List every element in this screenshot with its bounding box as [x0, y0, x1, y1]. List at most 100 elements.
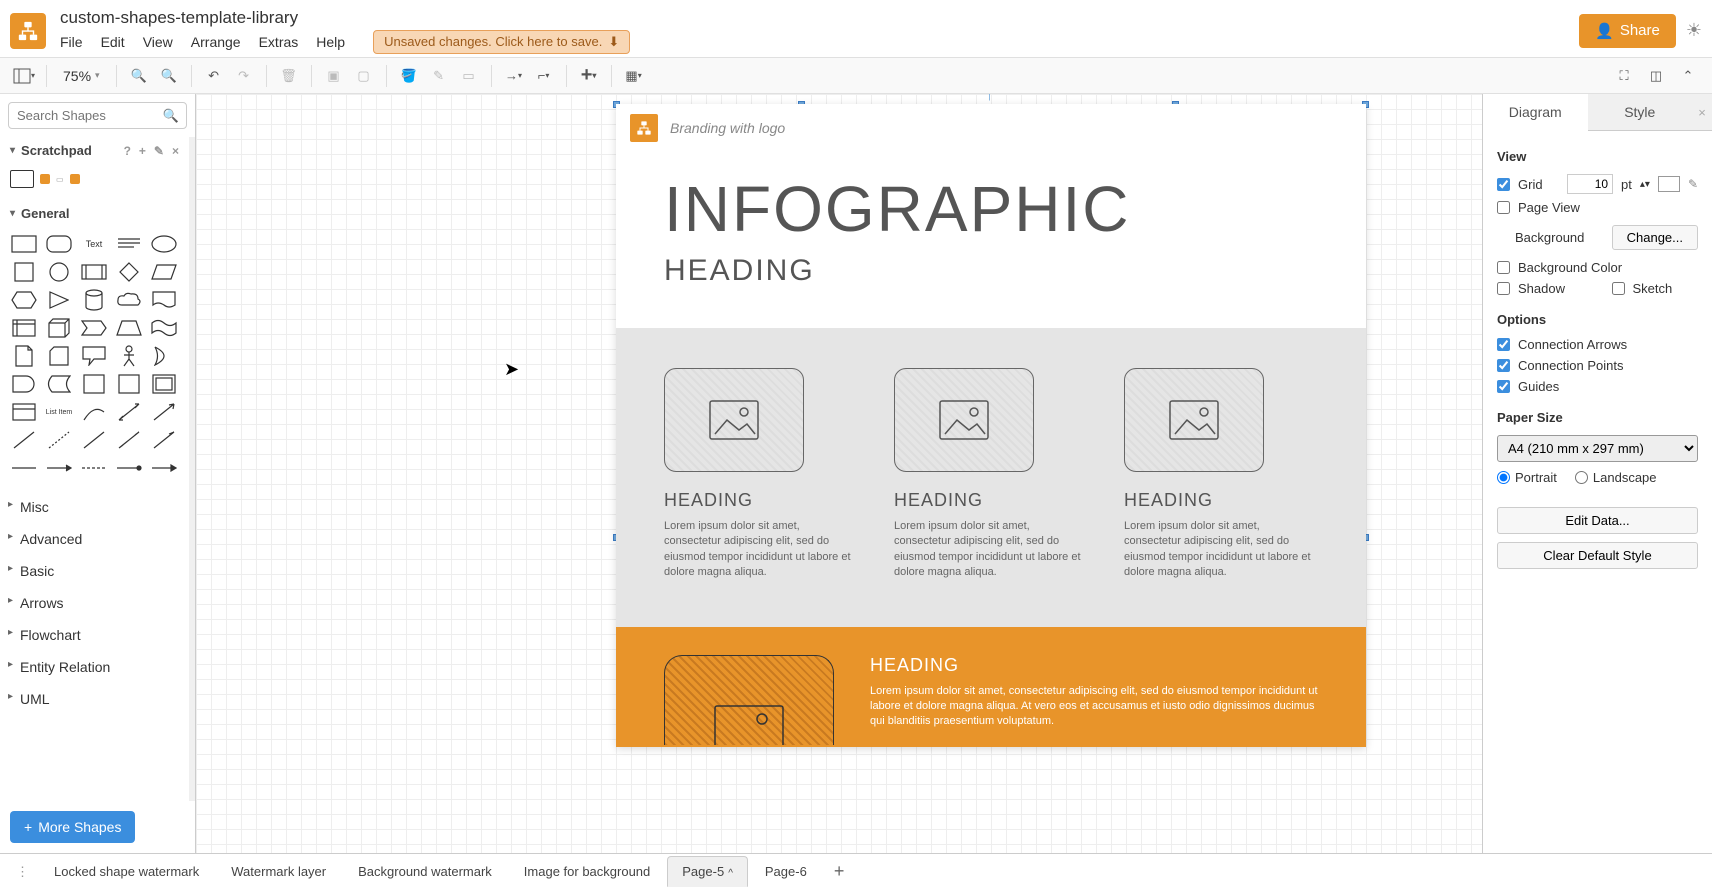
doc-title[interactable]: custom-shapes-template-library [60, 8, 1579, 28]
grid-size-input[interactable] [1567, 174, 1613, 194]
grid-checkbox[interactable] [1497, 178, 1510, 191]
cat-basic[interactable]: Basic [0, 555, 189, 587]
tab-style[interactable]: Style [1588, 94, 1693, 131]
sidebar-toggle-icon[interactable]: ▾ [10, 62, 38, 90]
page-tab[interactable]: Page-6 [750, 856, 822, 887]
shape-curve[interactable] [80, 401, 108, 423]
shape-double[interactable] [150, 373, 178, 395]
zoom-select[interactable]: 75%▾ [55, 68, 108, 84]
scratchpad-shape[interactable] [70, 174, 80, 184]
page-tab[interactable]: Image for background [509, 856, 665, 887]
app-logo[interactable] [10, 13, 46, 49]
shape-diamond[interactable] [115, 261, 143, 283]
shape-list[interactable] [10, 401, 38, 423]
canvas-page[interactable]: Branding with logo INFOGRAPHIC HEADING H… [616, 104, 1366, 747]
shape-arrow[interactable] [150, 401, 178, 423]
shape-document[interactable] [150, 289, 178, 311]
shape-note[interactable] [10, 345, 38, 367]
shape-link4[interactable] [115, 457, 143, 479]
cat-arrows[interactable]: Arrows [0, 587, 189, 619]
shape-link5[interactable] [150, 457, 178, 479]
shadow-checkbox[interactable] [1497, 282, 1510, 295]
shape-hexagon[interactable] [10, 289, 38, 311]
pencil-icon[interactable]: ✎ [1688, 177, 1698, 191]
line-color-icon[interactable]: ✎ [425, 62, 453, 90]
table-icon[interactable]: ▦▾ [620, 62, 648, 90]
shadow-icon[interactable]: ▭ [455, 62, 483, 90]
connarrows-checkbox[interactable] [1497, 338, 1510, 351]
unsaved-badge[interactable]: Unsaved changes. Click here to save. ⬇ [373, 30, 630, 54]
shape-link2[interactable] [45, 457, 73, 479]
clear-style-button[interactable]: Clear Default Style [1497, 542, 1698, 569]
shape-datastore[interactable] [45, 373, 73, 395]
canvas[interactable]: ➤ ↑ Branding with logo INFOGRAPHIC HEADI… [196, 94, 1482, 853]
zoom-in-icon[interactable]: 🔍 [125, 62, 153, 90]
menu-help[interactable]: Help [316, 34, 345, 50]
delete-icon[interactable]: 🗑 [275, 62, 303, 90]
shape-internal[interactable] [10, 317, 38, 339]
chevron-up-icon[interactable]: ^ [728, 868, 733, 879]
shape-dashline[interactable] [45, 429, 73, 451]
shape-process[interactable] [80, 261, 108, 283]
menu-extras[interactable]: Extras [259, 34, 299, 50]
shape-square[interactable] [10, 261, 38, 283]
shape-or[interactable] [150, 345, 178, 367]
shape-roundrect[interactable] [45, 233, 73, 255]
add-page-icon[interactable]: + [824, 861, 855, 882]
shape-callout[interactable] [80, 345, 108, 367]
shape-cube[interactable] [45, 317, 73, 339]
menu-view[interactable]: View [143, 34, 173, 50]
page-tab-active[interactable]: Page-5^ [667, 856, 748, 887]
shape-arrow2[interactable] [150, 429, 178, 451]
tab-diagram[interactable]: Diagram [1483, 94, 1588, 131]
shape-rect3[interactable] [115, 373, 143, 395]
fullscreen-icon[interactable]: ⛶ [1610, 62, 1638, 90]
shape-step[interactable] [80, 317, 108, 339]
page-tab[interactable]: Locked shape watermark [39, 856, 214, 887]
edit-data-button[interactable]: Edit Data... [1497, 507, 1698, 534]
connpoints-checkbox[interactable] [1497, 359, 1510, 372]
add-icon[interactable]: + [139, 144, 146, 158]
menu-arrange[interactable]: Arrange [191, 34, 241, 50]
collapse-icon[interactable]: ⌃ [1674, 62, 1702, 90]
edit-icon[interactable]: ✎ [154, 144, 164, 158]
fill-icon[interactable]: 🪣 [395, 62, 423, 90]
undo-icon[interactable]: ↶ [200, 62, 228, 90]
shape-biarrow2[interactable] [115, 429, 143, 451]
shape-rect[interactable] [10, 233, 38, 255]
shape-trapezoid[interactable] [115, 317, 143, 339]
cat-entity[interactable]: Entity Relation [0, 651, 189, 683]
shape-and[interactable] [10, 373, 38, 395]
search-shapes-input[interactable] [8, 102, 187, 129]
scratchpad-header[interactable]: ▾Scratchpad ?+✎× [0, 137, 189, 164]
shape-card[interactable] [45, 345, 73, 367]
scratchpad-shape[interactable] [40, 174, 50, 184]
shape-textbox[interactable] [115, 233, 143, 255]
shape-line2[interactable] [80, 429, 108, 451]
shape-actor[interactable] [115, 345, 143, 367]
shape-listitem[interactable]: List Item [45, 401, 73, 423]
to-back-icon[interactable]: ▢ [350, 62, 378, 90]
close-icon[interactable]: × [172, 144, 179, 158]
help-icon[interactable]: ? [124, 144, 131, 158]
scratchpad-shape[interactable] [10, 170, 34, 188]
shape-text[interactable]: Text [80, 233, 108, 255]
redo-icon[interactable]: ↷ [230, 62, 258, 90]
change-bg-button[interactable]: Change... [1612, 225, 1698, 250]
insert-icon[interactable]: +▾ [575, 62, 603, 90]
connection-icon[interactable]: →▾ [500, 62, 528, 90]
scratchpad-shape[interactable]: ▭ [56, 175, 64, 184]
waypoint-icon[interactable]: ⌐▾ [530, 62, 558, 90]
shape-cloud[interactable] [115, 289, 143, 311]
portrait-radio[interactable]: Portrait [1497, 470, 1557, 485]
stepper-icon[interactable]: ▴▾ [1640, 179, 1650, 190]
bgcolor-checkbox[interactable] [1497, 261, 1510, 274]
shape-circle[interactable] [45, 261, 73, 283]
menu-file[interactable]: File [60, 34, 83, 50]
format-panel-icon[interactable]: ◫ [1642, 62, 1670, 90]
general-header[interactable]: ▾General [0, 200, 189, 227]
shape-triangle[interactable] [45, 289, 73, 311]
shape-parallelogram[interactable] [150, 261, 178, 283]
shape-biarrow[interactable] [115, 401, 143, 423]
shape-link3[interactable] [80, 457, 108, 479]
